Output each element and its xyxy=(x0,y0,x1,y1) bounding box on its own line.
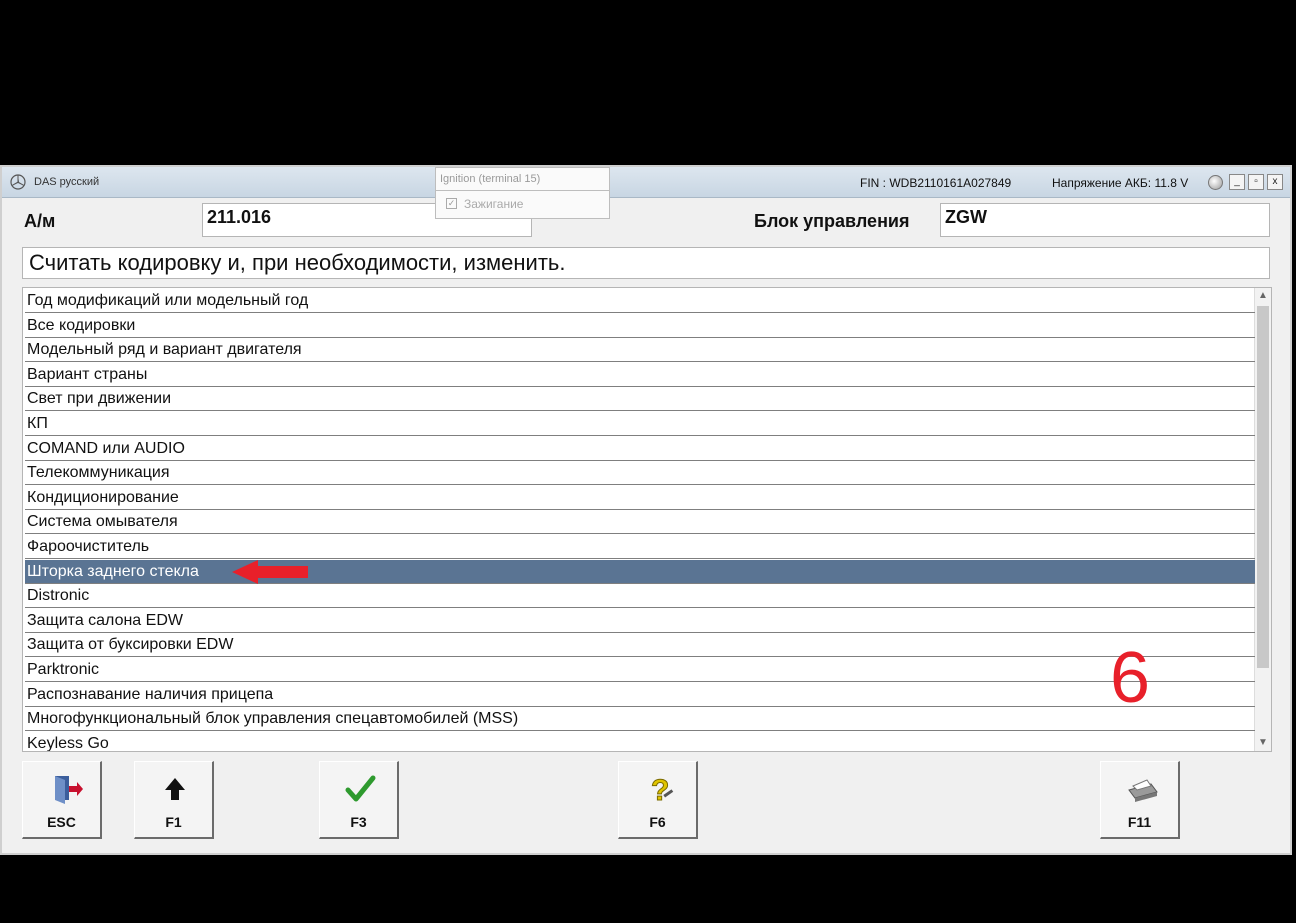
popup-divider xyxy=(436,190,609,191)
f6-label: F6 xyxy=(649,814,666,830)
list-item[interactable]: Все кодировки xyxy=(25,314,1255,338)
ignition-popup: Ignition (terminal 15) ✓ Зажигание xyxy=(435,167,610,219)
checkmark-icon xyxy=(345,775,376,802)
coding-list[interactable]: ▲ ▼ Год модификаций или модельный год Все… xyxy=(22,287,1272,752)
f11-button[interactable]: F11 xyxy=(1100,761,1180,839)
ecu-label: Блок управления xyxy=(754,211,910,231)
list-item[interactable]: Система омывателя xyxy=(25,510,1255,535)
list-item[interactable]: КП xyxy=(25,412,1255,436)
esc-label: ESC xyxy=(47,814,76,830)
f3-label: F3 xyxy=(350,814,367,830)
list-item[interactable]: Вариант страны xyxy=(25,363,1255,387)
list-item[interactable]: Фароочиститель xyxy=(25,535,1255,559)
ignition-checkbox[interactable]: ✓ xyxy=(446,198,457,209)
restore-button[interactable]: ▫ xyxy=(1248,174,1264,190)
list-item[interactable]: Распознавание наличия прицепа xyxy=(25,683,1255,707)
battery-voltage-label: Напряжение АКБ: 11.8 V xyxy=(1052,176,1189,190)
list-item[interactable]: Кондиционирование xyxy=(25,486,1255,510)
esc-button[interactable]: ESC xyxy=(22,761,102,839)
ecu-field: ZGW xyxy=(940,203,1270,237)
exit-door-icon xyxy=(55,776,83,804)
popup-title: Ignition (terminal 15) xyxy=(440,173,541,185)
list-item[interactable]: Год модификаций или модельный год xyxy=(25,289,1255,313)
f11-label: F11 xyxy=(1127,814,1152,830)
scroll-down-icon[interactable]: ▼ xyxy=(1255,735,1271,751)
list-item[interactable]: Модельный ряд и вариант двигателя xyxy=(25,338,1255,363)
window-title: DAS русский xyxy=(34,176,100,188)
description-box: Считать кодировку и, при необходимости, … xyxy=(22,247,1270,279)
list-scrollbar[interactable]: ▲ ▼ xyxy=(1254,288,1271,751)
list-item[interactable]: Свет при движении xyxy=(25,387,1255,412)
title-bar: DAS русский FIN : WDB2110161A027849 Напр… xyxy=(2,167,1290,198)
help-question-icon: ? xyxy=(651,774,674,806)
list-item[interactable]: Защита салона EDW xyxy=(25,609,1255,633)
f6-button[interactable]: ? F6 xyxy=(618,761,698,839)
scroll-up-icon[interactable]: ▲ xyxy=(1255,288,1271,304)
svg-text:?: ? xyxy=(651,774,669,806)
fin-label: FIN : WDB2110161A027849 xyxy=(860,176,1012,190)
scroll-thumb[interactable] xyxy=(1257,306,1269,668)
f1-label: F1 xyxy=(165,814,182,830)
voltage-status-icon xyxy=(1208,175,1223,190)
list-item[interactable]: COMAND или AUDIO xyxy=(25,437,1255,461)
vehicle-label: А/м xyxy=(24,211,56,231)
das-window: DAS русский FIN : WDB2110161A027849 Напр… xyxy=(0,165,1292,855)
red-arrow-annotation-icon xyxy=(232,560,308,584)
step-number-annotation: 6 xyxy=(1110,638,1151,718)
list-item[interactable]: Parktronic xyxy=(25,658,1255,682)
list-item[interactable]: Защита от буксировки EDW xyxy=(25,633,1255,658)
f1-button[interactable]: F1 xyxy=(134,761,214,839)
close-button[interactable]: x xyxy=(1267,174,1283,190)
printer-icon xyxy=(1128,779,1158,802)
list-item[interactable]: Distronic xyxy=(25,584,1255,609)
list-item[interactable]: Keyless Go xyxy=(25,732,1255,751)
minimize-button[interactable]: _ xyxy=(1229,174,1245,190)
f3-button[interactable]: F3 xyxy=(319,761,399,839)
list-item[interactable]: Многофункциональный блок управления спец… xyxy=(25,707,1255,732)
up-arrow-icon xyxy=(165,778,185,800)
list-item-selected[interactable]: Шторка заднего стекла xyxy=(25,559,1255,584)
list-item[interactable]: Телекоммуникация xyxy=(25,461,1255,486)
ignition-label: Зажигание xyxy=(464,197,524,211)
mercedes-star-icon xyxy=(10,174,26,190)
